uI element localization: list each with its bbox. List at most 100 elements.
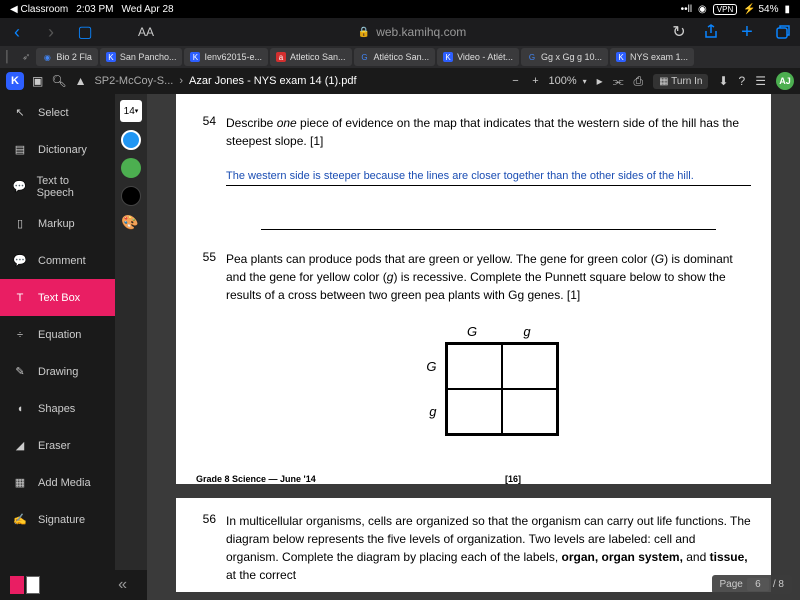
- text-icon: T: [12, 290, 28, 306]
- color-blue[interactable]: [121, 130, 141, 150]
- tab-sanpancho[interactable]: KSan Pancho...: [100, 48, 183, 66]
- view-mode-toggle[interactable]: [10, 576, 40, 594]
- answer-line-1[interactable]: The western side is steeper because the …: [226, 168, 751, 186]
- question-56: 56 In multicellular organisms, cells are…: [196, 512, 751, 584]
- palette-icon[interactable]: 🎨: [121, 214, 141, 234]
- document-viewport[interactable]: 54 Describe one piece of evidence on the…: [147, 94, 800, 600]
- speech-icon: 💬: [12, 179, 27, 195]
- tool-markup[interactable]: ▯Markup: [0, 205, 115, 242]
- punnett-cell[interactable]: [447, 389, 502, 434]
- ipad-status-bar: ◀ Classroom 2:03 PM Wed Apr 28 ••ll ◉ VP…: [0, 0, 800, 18]
- battery-icon: ▮: [784, 4, 790, 15]
- page-indicator[interactable]: Page 6 / 8: [712, 575, 792, 594]
- tab-video[interactable]: KVideo - Atlét...: [437, 48, 519, 66]
- tool-signature[interactable]: ✍Signature: [0, 501, 115, 538]
- compass-icon[interactable]: ➶: [22, 52, 30, 63]
- panel-toggle[interactable]: │: [4, 51, 16, 63]
- tool-addmedia[interactable]: ▦Add Media: [0, 464, 115, 501]
- punnett-cell[interactable]: [447, 344, 502, 389]
- tab-atletico2[interactable]: GAtlético San...: [354, 48, 436, 66]
- book-icon: ▤: [12, 142, 28, 158]
- turn-in-button[interactable]: ▦ Turn In: [653, 74, 708, 89]
- sidebar-toggle-icon[interactable]: ▣: [32, 74, 43, 88]
- tool-shapes[interactable]: ◖Shapes: [0, 390, 115, 427]
- tool-drawing[interactable]: ✎Drawing: [0, 353, 115, 390]
- tool-textbox[interactable]: TText Box: [0, 279, 115, 316]
- wifi-icon: ◉: [698, 4, 707, 15]
- zoom-in-button[interactable]: +: [529, 75, 543, 87]
- url-bar[interactable]: 🔒 web.kamihq.com: [168, 25, 656, 39]
- breadcrumb: SP2-McCoy-S... › Azar Jones - NYS exam 1…: [94, 75, 356, 87]
- answer-line-2[interactable]: [261, 216, 716, 230]
- reload-button[interactable]: ↻: [670, 23, 688, 41]
- bookmarks-icon[interactable]: ▢: [76, 23, 94, 41]
- drive-icon[interactable]: ▲: [75, 74, 87, 88]
- tool-equation[interactable]: ÷Equation: [0, 316, 115, 353]
- tool-select[interactable]: ↖Select: [0, 94, 115, 131]
- zoom-out-button[interactable]: −: [509, 75, 523, 87]
- comment-icon: 💬: [12, 253, 28, 269]
- battery-percent: ⚡ 54%: [743, 4, 778, 15]
- help-icon[interactable]: ?: [739, 74, 746, 88]
- new-tab-button[interactable]: +: [738, 23, 756, 41]
- back-to-app[interactable]: ◀ Classroom: [10, 4, 68, 15]
- print-icon[interactable]: ⎙: [634, 74, 644, 89]
- view-double[interactable]: [26, 576, 40, 594]
- signature-icon: ✍: [12, 512, 28, 528]
- zoom-dropdown-icon[interactable]: ▾: [583, 77, 587, 86]
- zoom-level[interactable]: 100%: [549, 75, 577, 87]
- lock-icon: 🔒: [358, 27, 370, 38]
- shapes-icon: ◖: [12, 401, 28, 417]
- collapse-sidebar-button[interactable]: «: [118, 576, 127, 594]
- chevron-right-icon: ›: [179, 75, 183, 87]
- tool-dictionary[interactable]: ▤Dictionary: [0, 131, 115, 168]
- color-green[interactable]: [121, 158, 141, 178]
- breadcrumb-folder[interactable]: SP2-McCoy-S...: [94, 75, 173, 87]
- tab-bio[interactable]: ◉Bio 2 Fla: [36, 48, 98, 66]
- punnett-cell[interactable]: [502, 344, 557, 389]
- search-icon[interactable]: 🔍︎: [51, 74, 66, 88]
- menu-icon[interactable]: ☰: [755, 74, 766, 88]
- signal-icon: ••ll: [681, 4, 692, 15]
- punnett-cell[interactable]: [502, 389, 557, 434]
- markup-icon: ▯: [12, 216, 28, 232]
- view-single[interactable]: [10, 576, 24, 594]
- q55-number: 55: [196, 250, 216, 454]
- page-number-input[interactable]: 6: [747, 578, 769, 591]
- tabs-button[interactable]: [774, 23, 792, 41]
- share-icon[interactable]: ⫘: [613, 74, 624, 89]
- color-panel: 14▾ 🎨: [115, 94, 147, 600]
- vpn-badge: VPN: [713, 4, 737, 15]
- kami-logo[interactable]: K: [6, 72, 24, 90]
- tool-sidebar: ↖Select ▤Dictionary 💬Text to Speech ▯Mar…: [0, 94, 115, 600]
- user-avatar[interactable]: AJ: [776, 72, 794, 90]
- tool-comment[interactable]: 💬Comment: [0, 242, 115, 279]
- forward-button[interactable]: ›: [42, 23, 60, 41]
- open-icon[interactable]: ▸: [597, 74, 603, 88]
- student-answer[interactable]: The western side is steeper because the …: [226, 170, 694, 182]
- kami-toolbar: K ▣ 🔍︎ ▲ SP2-McCoy-S... › Azar Jones - N…: [0, 68, 800, 94]
- tab-ienv[interactable]: KIenv62015-e...: [184, 48, 268, 66]
- question-54: 54 Describe one piece of evidence on the…: [196, 114, 751, 230]
- color-black[interactable]: [121, 186, 141, 206]
- q56-number: 56: [196, 512, 216, 584]
- share-button[interactable]: [702, 23, 720, 41]
- punnett-square: Gg G g: [419, 322, 559, 436]
- zoom-controls: − + 100% ▾: [509, 75, 587, 87]
- download-icon[interactable]: ⬇: [718, 74, 728, 88]
- media-icon: ▦: [12, 475, 28, 491]
- tab-nysexam[interactable]: KNYS exam 1...: [610, 48, 694, 66]
- tool-tts[interactable]: 💬Text to Speech: [0, 168, 115, 205]
- tool-eraser[interactable]: ◢Eraser: [0, 427, 115, 464]
- back-button[interactable]: ‹: [8, 23, 26, 41]
- tab-ggxgg[interactable]: GGg x Gg g 10...: [521, 48, 608, 66]
- eraser-icon: ◢: [12, 438, 28, 454]
- cursor-icon: ↖: [12, 105, 28, 121]
- tab-atletico1[interactable]: aAtletico San...: [270, 48, 352, 66]
- status-time: 2:03 PM: [76, 4, 113, 15]
- breadcrumb-file[interactable]: Azar Jones - NYS exam 14 (1).pdf: [189, 75, 357, 87]
- bottom-toolbar: «: [0, 570, 147, 600]
- safari-toolbar: ‹ › ▢ AA 🔒 web.kamihq.com ↻ +: [0, 18, 800, 46]
- font-size-selector[interactable]: 14▾: [120, 100, 142, 122]
- reader-button[interactable]: AA: [138, 25, 154, 39]
